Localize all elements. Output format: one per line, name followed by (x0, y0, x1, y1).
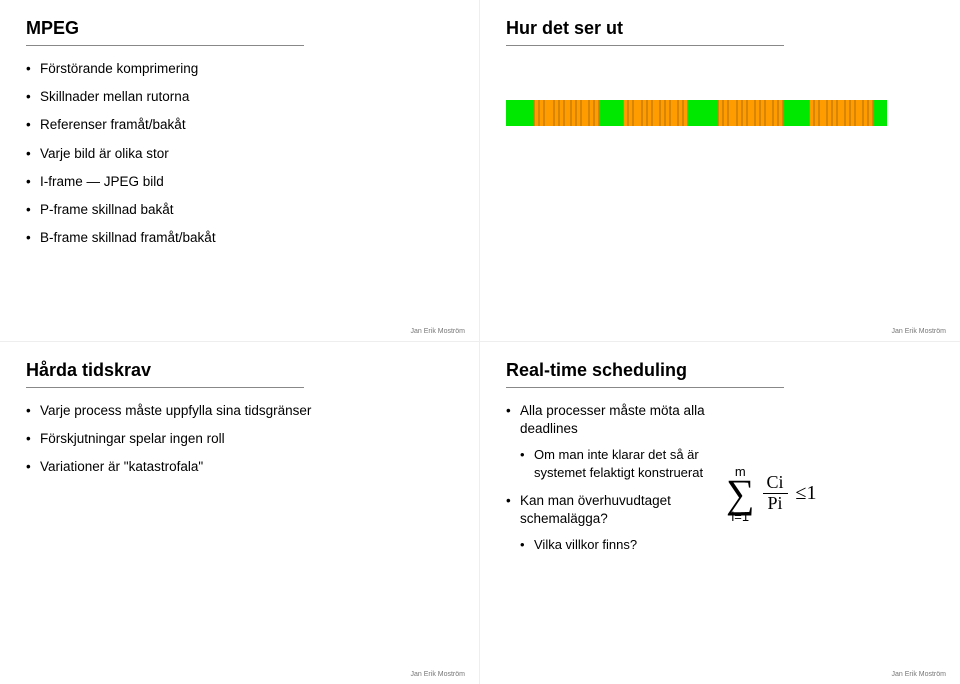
bullet-item: Varje bild är olika stor (26, 145, 453, 163)
timeline-frame (747, 100, 755, 126)
footer-author: Jan Erik Moström (892, 671, 946, 678)
timeline-frame (728, 100, 737, 126)
sub-list: Vilka villkor finns? (520, 536, 706, 554)
footer-author: Jan Erik Moström (411, 671, 465, 678)
bullet-item: I-frame — JPEG bild (26, 173, 453, 191)
timeline-frame (633, 100, 642, 126)
bullet-text: Kan man överhuvudtaget schemalägga? (520, 493, 671, 526)
sigma-lower: i=1 (731, 510, 749, 523)
timeline-frame (819, 100, 827, 126)
bullet-item: Förstörande komprimering (26, 60, 453, 78)
timeline-frame (581, 100, 589, 126)
fraction: Ci Pi (763, 473, 788, 514)
bullet-item: Variationer är "katastrofala" (26, 458, 453, 476)
timeline-frame (652, 100, 660, 126)
sub-item: Vilka villkor finns? (520, 536, 706, 554)
bullet-list: Förstörande komprimering Skillnader mell… (26, 60, 453, 248)
sigma-icon: m ∑ i=1 (726, 465, 755, 523)
footer-author: Jan Erik Moström (411, 328, 465, 335)
timeline-iframe (506, 100, 534, 126)
bullet-item: B-frame skillnad framåt/bakåt (26, 229, 453, 247)
bullet-item: Alla processer måste möta alla deadlines… (506, 402, 706, 482)
bullet-item: Varje process måste uppfylla sina tidsgr… (26, 402, 453, 420)
footer-author: Jan Erik Moström (892, 328, 946, 335)
utilization-formula: m ∑ i=1 Ci Pi ≤1 (726, 424, 817, 564)
timeline-frame (855, 100, 863, 126)
content-row: Alla processer måste möta alla deadlines… (506, 402, 934, 564)
slide-hur-det-ser-ut: Hur det ser ut (480, 0, 960, 342)
bullet-item: Skillnader mellan rutorna (26, 88, 453, 106)
bullet-item: Kan man överhuvudtaget schemalägga? Vilk… (506, 492, 706, 554)
sigma-symbol: ∑ (726, 478, 755, 510)
timeline-frame (670, 100, 678, 126)
slide-title: Hur det ser ut (506, 18, 784, 46)
timeline-iframe (873, 100, 887, 126)
bullet-list: Alla processer måste möta alla deadlines… (506, 402, 706, 554)
slide-title: Hårda tidskrav (26, 360, 304, 388)
bullet-item: Förskjutningar spelar ingen roll (26, 430, 453, 448)
slide-title: MPEG (26, 18, 304, 46)
fraction-numerator: Ci (763, 473, 788, 494)
slide-harda-tidskrav: Hårda tidskrav Varje process måste uppfy… (0, 342, 480, 684)
slide-mpeg: MPEG Förstörande komprimering Skillnader… (0, 0, 480, 342)
bullet-item: Referenser framåt/bakåt (26, 116, 453, 134)
sub-list: Om man inte klarar det så är systemet fe… (520, 446, 706, 481)
frame-timeline (506, 100, 916, 126)
sub-item: Om man inte klarar det så är systemet fe… (520, 446, 706, 481)
slide-grid: MPEG Förstörande komprimering Skillnader… (0, 0, 960, 684)
bullet-item: P-frame skillnad bakåt (26, 201, 453, 219)
timeline-frame (544, 100, 554, 126)
slide-title: Real-time scheduling (506, 360, 784, 388)
bullet-text: Alla processer måste möta alla deadlines (520, 403, 705, 436)
timeline-frame (765, 100, 773, 126)
inequality: ≤1 (796, 482, 817, 505)
fraction-denominator: Pi (764, 494, 787, 514)
timeline-iframe (783, 100, 809, 126)
text-column: Alla processer måste möta alla deadlines… (506, 402, 706, 564)
timeline-frame (564, 100, 571, 126)
timeline-iframe (599, 100, 623, 126)
timeline-frame (837, 100, 845, 126)
slide-real-time-scheduling: Real-time scheduling Alla processer måst… (480, 342, 960, 684)
bullet-list: Varje process måste uppfylla sina tidsgr… (26, 402, 453, 477)
timeline-iframe (688, 100, 718, 126)
